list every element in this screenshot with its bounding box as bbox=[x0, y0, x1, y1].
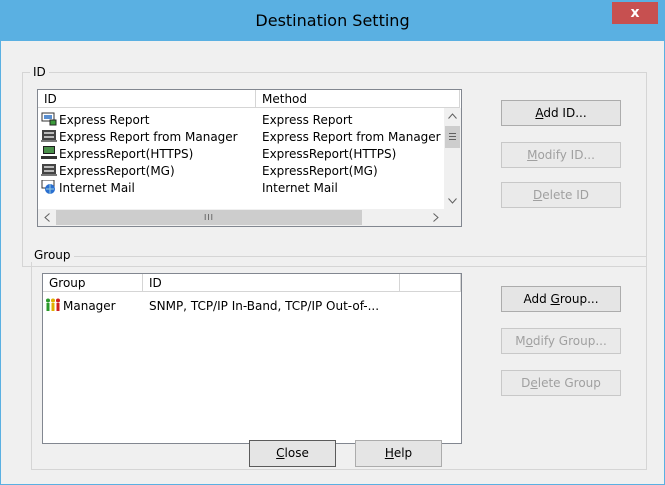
modify-group-label-pre: M bbox=[515, 334, 526, 348]
delete-id-label-post: elete ID bbox=[542, 188, 590, 202]
group-groupbox-legend: Group bbox=[31, 248, 74, 262]
globe-mail-icon bbox=[41, 179, 57, 194]
method-column-header[interactable]: Method bbox=[256, 90, 460, 108]
horizontal-scroll-thumb[interactable]: III bbox=[56, 210, 362, 225]
add-id-label-post: dd ID... bbox=[543, 106, 587, 120]
id-cell: ExpressReport(HTTPS) bbox=[59, 147, 194, 161]
close-button[interactable]: Close bbox=[249, 440, 336, 467]
modify-id-label-post: odify ID... bbox=[537, 148, 595, 162]
add-group-button[interactable]: Add Group... bbox=[501, 286, 621, 312]
window-close-button[interactable]: x bbox=[612, 2, 658, 24]
delete-group-accesskey: e bbox=[530, 376, 538, 390]
scroll-left-icon[interactable] bbox=[38, 209, 55, 226]
delete-group-button[interactable]: Delete Group bbox=[501, 370, 621, 396]
id-list-horizontal-scrollbar[interactable]: III bbox=[38, 209, 444, 226]
help-label-post: elp bbox=[393, 446, 413, 460]
group-listview[interactable]: Group ID Manager SNMP, TCP/IP In-Band, T… bbox=[42, 273, 462, 444]
group-extra-column-header bbox=[400, 274, 461, 292]
modify-id-accesskey: M bbox=[527, 148, 538, 162]
method-cell: Internet Mail bbox=[262, 181, 338, 195]
id-cell: Internet Mail bbox=[59, 181, 135, 195]
modify-id-button[interactable]: Modify ID... bbox=[501, 142, 621, 168]
scroll-up-icon[interactable] bbox=[444, 108, 461, 125]
add-group-label-pre: Add bbox=[523, 292, 551, 306]
group-column-header[interactable]: Group bbox=[43, 274, 143, 292]
server-icon bbox=[41, 163, 57, 177]
id-cell: Express Report bbox=[59, 113, 150, 127]
add-group-label-post: roup... bbox=[559, 292, 599, 306]
group-id-column-header[interactable]: ID bbox=[143, 274, 400, 292]
method-cell: ExpressReport(MG) bbox=[262, 164, 378, 178]
id-cell: ExpressReport(MG) bbox=[59, 164, 175, 178]
delete-id-button[interactable]: Delete ID bbox=[501, 182, 621, 208]
delete-group-label-pre: D bbox=[521, 376, 531, 390]
method-cell: Express Report from Manager bbox=[262, 130, 441, 144]
modify-group-button[interactable]: Modify Group... bbox=[501, 328, 621, 354]
help-button[interactable]: Help bbox=[355, 440, 442, 467]
vertical-scroll-thumb[interactable] bbox=[445, 126, 460, 148]
people-group-icon bbox=[45, 298, 61, 312]
id-groupbox-legend: ID bbox=[30, 65, 49, 79]
id-column-header[interactable]: ID bbox=[38, 90, 256, 108]
id-list-vertical-scrollbar[interactable] bbox=[444, 108, 461, 210]
scroll-down-icon[interactable] bbox=[444, 193, 461, 210]
destination-setting-dialog: Destination Setting x ID ID Method Expre… bbox=[0, 0, 665, 485]
dialog-client-area: ID ID Method Express Report Express Repo… bbox=[9, 41, 656, 478]
delete-id-accesskey: D bbox=[532, 188, 543, 202]
method-cell: Express Report bbox=[262, 113, 353, 127]
id-cell: Express Report from Manager bbox=[59, 130, 238, 144]
add-id-button[interactable]: Add ID... bbox=[501, 100, 621, 126]
computer-icon bbox=[41, 146, 57, 160]
id-listview[interactable]: ID Method Express Report Express Report … bbox=[37, 89, 462, 227]
add-group-accesskey: G bbox=[550, 292, 560, 306]
scroll-corner bbox=[444, 209, 461, 226]
delete-group-label-post: lete Group bbox=[537, 376, 601, 390]
close-label-post: lose bbox=[284, 446, 309, 460]
group-name-cell: Manager bbox=[63, 299, 116, 313]
modify-group-label-post: dify Group... bbox=[532, 334, 607, 348]
help-accesskey: H bbox=[384, 446, 394, 460]
title-bar[interactable]: Destination Setting x bbox=[1, 1, 664, 41]
modify-group-accesskey: o bbox=[525, 334, 533, 348]
server-icon bbox=[41, 129, 57, 143]
close-accesskey: C bbox=[276, 446, 285, 460]
scroll-right-icon[interactable] bbox=[427, 209, 444, 226]
express-report-icon bbox=[41, 112, 57, 126]
close-icon: x bbox=[630, 5, 640, 21]
dialog-title: Destination Setting bbox=[255, 11, 410, 30]
group-id-cell: SNMP, TCP/IP In-Band, TCP/IP Out-of-... bbox=[149, 299, 380, 313]
method-cell: ExpressReport(HTTPS) bbox=[262, 147, 397, 161]
